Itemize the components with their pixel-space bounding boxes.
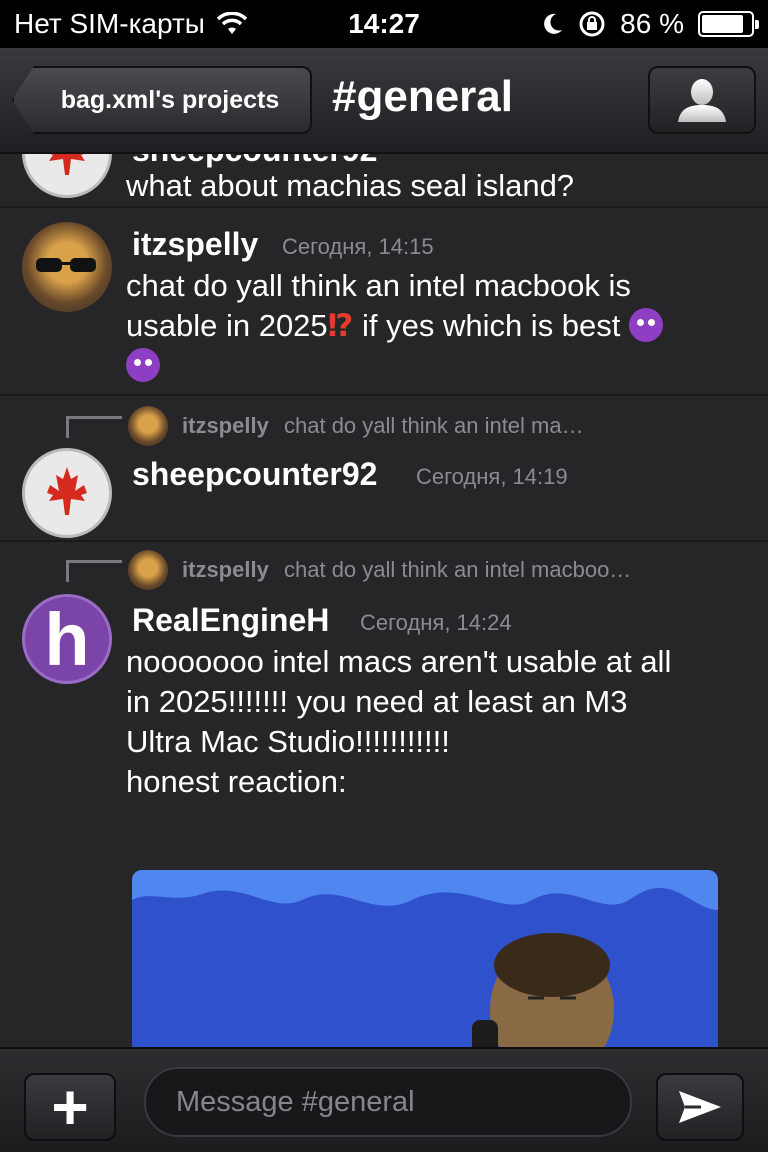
canada-flag-avatar[interactable] [22,154,112,198]
reply-snippet: chat do yall think an intel macboo… [284,557,632,582]
reaction-image [132,870,718,1047]
navigation-bar: bag.xml's projects #general [0,48,768,154]
reply-avatar [128,406,168,446]
send-icon [679,1091,721,1123]
message-text-line: in 2025!!!!!!! you need at least an M3 [126,684,628,719]
message-text-segment: if yes which is best [353,308,621,343]
battery-fill [702,15,744,33]
message-text: what about machias seal island? [126,168,575,203]
reply-avatar [128,550,168,590]
divider [0,540,768,542]
message-timestamp: Сегодня, 14:19 [416,464,568,489]
send-button[interactable] [656,1073,744,1141]
message-timestamp: Сегодня, 14:24 [360,610,512,635]
message-text-line: usable in 2025⁉ if yes which is best [126,306,664,346]
message-text-line: chat do yall think an intel macbook is [126,268,631,303]
maple-leaf-icon [49,154,85,175]
message-text-segment: usable in 2025 [126,308,328,343]
divider [0,394,768,396]
message-text-line [126,346,160,386]
status-bar: Нет SIM-карты 14:27 86 % [0,0,768,48]
smiling-devil-emoji [629,308,664,342]
smiling-devil-emoji [126,348,160,382]
message-input[interactable] [144,1067,632,1137]
rotation-lock-icon [579,11,605,37]
reply-username: itzspelly [182,557,269,582]
message-text-line: honest reaction: [126,764,347,799]
composer-bar: + [0,1047,768,1152]
maple-leaf-icon [47,467,87,515]
message-list[interactable]: sheepcounter92 what about machias seal i… [0,154,768,1047]
add-attachment-button[interactable]: + [24,1073,116,1141]
message-timestamp: Сегодня, 14:15 [282,234,434,259]
reply-snippet: chat do yall think an intel ma… [284,413,584,438]
message-text-line: nooooooo intel macs aren't usable at all [126,644,672,679]
letter-avatar[interactable]: h [22,594,112,684]
message-username[interactable]: itzspelly [132,226,258,263]
reply-connector [66,416,122,438]
channel-title: #general [332,72,513,121]
battery-icon [698,11,759,37]
reply-connector [66,560,122,582]
sunglasses-icon [36,258,96,272]
back-button[interactable]: bag.xml's projects [12,66,312,134]
status-right: 86 % [542,8,759,40]
profile-button[interactable] [648,66,756,134]
message-username[interactable]: RealEngineH [132,602,329,639]
interrobang-emoji: ⁉ [327,308,354,343]
message-username[interactable]: sheepcounter92 [132,456,377,493]
moon-icon [544,13,563,34]
user-icon [678,79,726,122]
divider [0,206,768,208]
battery-percent: 86 % [620,8,684,39]
image-attachment[interactable] [132,870,718,1047]
canada-flag-avatar[interactable] [22,448,112,538]
message-text-line: Ultra Mac Studio!!!!!!!!!!! [126,724,450,759]
cat-avatar[interactable] [22,222,112,312]
reply-username: itzspelly [182,413,269,438]
